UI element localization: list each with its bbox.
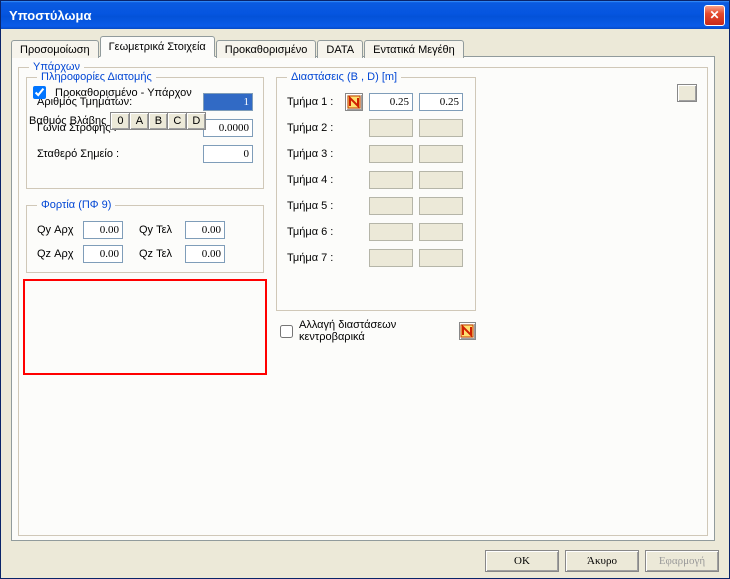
dim-d-input	[419, 249, 463, 267]
dim-d-input	[419, 223, 463, 241]
group-dimensions-legend: Διαστάσεις (B , D) [m]	[287, 71, 401, 83]
dim-row-label: Τμήμα 7 :	[287, 252, 339, 264]
close-icon: ✕	[709, 8, 719, 22]
damage-grade-label: Βαθμός Βλάβης	[29, 115, 106, 127]
grade-btn-D[interactable]: D	[186, 112, 206, 130]
dim-b-input	[369, 171, 413, 189]
grade-btn-A[interactable]: A	[129, 112, 149, 130]
close-button[interactable]: ✕	[704, 5, 725, 26]
dim-d-input[interactable]	[419, 93, 463, 111]
tab-geometry[interactable]: Γεωμετρικά Στοιχεία	[100, 36, 215, 57]
tab-simulation[interactable]: Προσομοίωση	[11, 40, 99, 58]
dim-d-input	[419, 145, 463, 163]
dim-row: Τμήμα 2 :	[287, 119, 465, 137]
centro-checkbox[interactable]	[280, 325, 293, 338]
tabstrip: Προσομοίωση Γεωμετρικά Στοιχεία Προκαθορ…	[11, 37, 715, 57]
dim-b-input[interactable]	[369, 93, 413, 111]
n-icon	[460, 324, 474, 338]
dialog-window: Υποστύλωμα ✕ Προσομοίωση Γεωμετρικά Στοι…	[0, 0, 730, 579]
group-existing-legend: Υπάρχων	[29, 61, 84, 73]
tab-forces[interactable]: Εντατικά Μεγέθη	[364, 40, 464, 58]
dim-row-label: Τμήμα 2 :	[287, 122, 339, 134]
dim-row: Τμήμα 5 :	[287, 197, 465, 215]
dim-d-input	[419, 119, 463, 137]
damage-grade-buttons: 0 A B C D	[110, 112, 206, 130]
dim-row-label: Τμήμα 4 :	[287, 174, 339, 186]
window-title: Υποστύλωμα	[9, 8, 704, 23]
ok-button[interactable]: OK	[485, 550, 559, 572]
apply-button[interactable]: Εφαρμογή	[645, 550, 719, 572]
dim-d-input	[419, 171, 463, 189]
centro-row: Αλλαγή διαστάσεων κεντροβαρικά	[276, 319, 476, 343]
dim-b-input	[369, 197, 413, 215]
dim-b-input	[369, 119, 413, 137]
dialog-button-bar: OK Άκυρο Εφαρμογή	[485, 550, 719, 572]
tab-panel: Προσομοίωση Γεωμετρικά Στοιχεία Προκαθορ…	[11, 37, 715, 541]
client-area: Προσομοίωση Γεωμετρικά Στοιχεία Προκαθορ…	[1, 29, 729, 578]
existing-default-checkbox[interactable]	[33, 86, 46, 99]
tab-default[interactable]: Προκαθορισμένο	[216, 40, 317, 58]
grade-btn-C[interactable]: C	[167, 112, 187, 130]
grade-btn-0[interactable]: 0	[110, 112, 130, 130]
dim-row-label: Τμήμα 3 :	[287, 148, 339, 160]
centro-n-button[interactable]	[459, 322, 476, 340]
group-dimensions: Διαστάσεις (B , D) [m] Τμήμα 1 : Τμήμα 2 …	[276, 71, 476, 311]
tab-geometry-body: Πληροφορίες Διατομής Αριθμός Τμημάτων: Γ…	[11, 56, 715, 541]
group-existing-container: Υπάρχων Προκαθορισμένο - Υπάρχον Βαθμός …	[24, 71, 262, 159]
dimension-rows: Τμήμα 1 : Τμήμα 2 : Τμήμα 3 : Τμήμα 4 : Τμήμ…	[287, 93, 465, 267]
dim-row: Τμήμα 6 :	[287, 223, 465, 241]
titlebar: Υποστύλωμα ✕	[1, 1, 729, 29]
existing-color-button[interactable]	[677, 84, 697, 102]
dim-b-input	[369, 145, 413, 163]
dim-row: Τμήμα 7 :	[287, 249, 465, 267]
dim-d-input	[419, 197, 463, 215]
dim-row: Τμήμα 1 :	[287, 93, 465, 111]
dim-b-input	[369, 223, 413, 241]
centro-label: Αλλαγή διαστάσεων κεντροβαρικά	[299, 319, 459, 343]
existing-default-label: Προκαθορισμένο - Υπάρχον	[55, 87, 192, 99]
dim-row-label: Τμήμα 5 :	[287, 200, 339, 212]
cancel-button[interactable]: Άκυρο	[565, 550, 639, 572]
dim-row-label: Τμήμα 1 :	[287, 96, 339, 108]
dim-row-label: Τμήμα 6 :	[287, 226, 339, 238]
dim-row: Τμήμα 4 :	[287, 171, 465, 189]
dim-b-input	[369, 249, 413, 267]
dim-row: Τμήμα 3 :	[287, 145, 465, 163]
tab-data[interactable]: DATA	[317, 40, 363, 58]
grade-btn-B[interactable]: B	[148, 112, 168, 130]
dim-n-button[interactable]	[345, 93, 363, 111]
n-icon	[347, 95, 361, 109]
